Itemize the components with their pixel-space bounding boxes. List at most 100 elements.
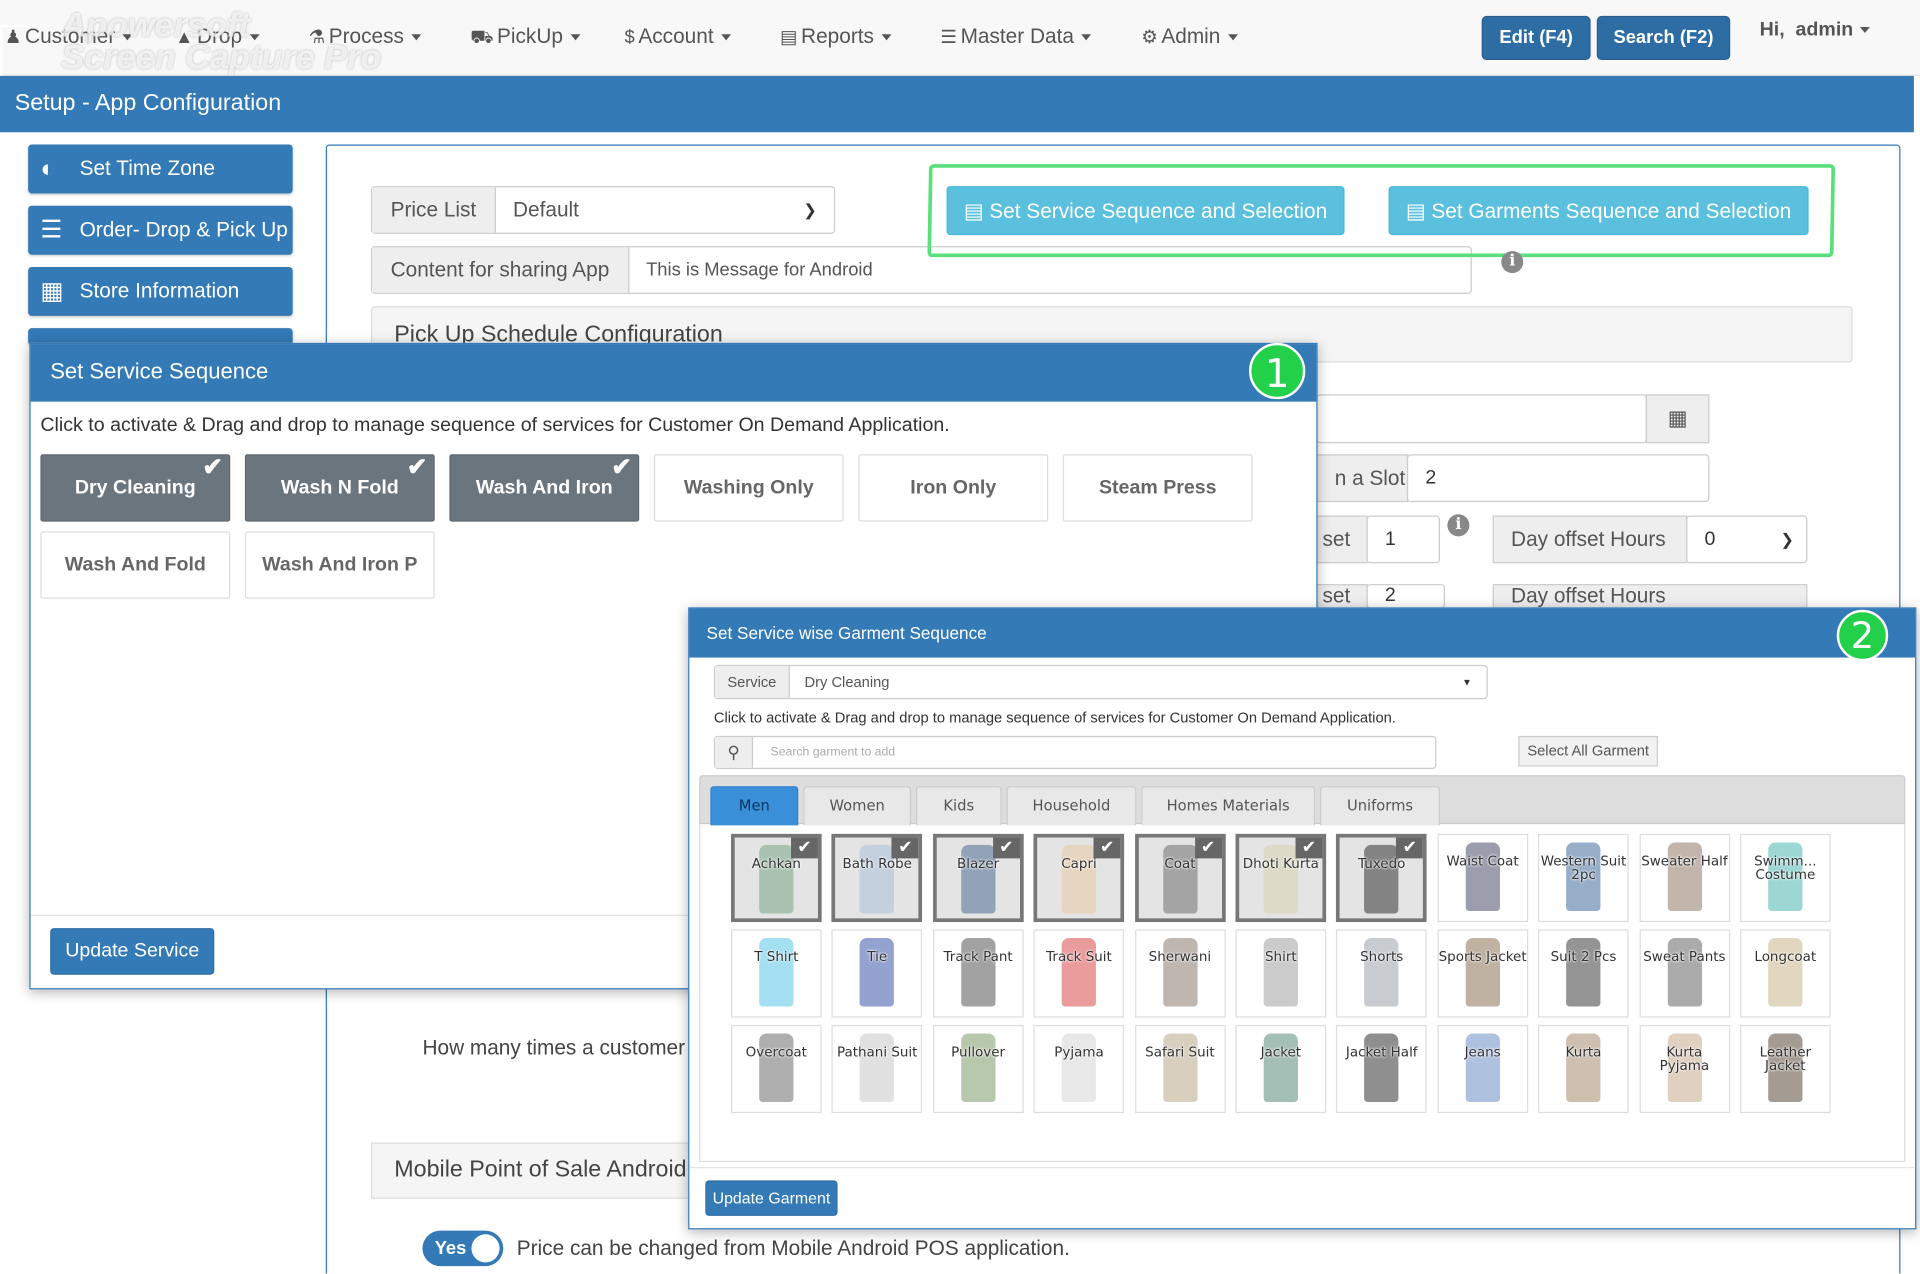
search-button[interactable]: Search (F2) <box>1596 15 1731 61</box>
garment-tile[interactable]: Coat ✔ <box>1134 833 1226 923</box>
garment-tile[interactable]: Bath Robe ✔ <box>831 833 923 923</box>
slot-input[interactable]: 2 <box>1406 454 1710 503</box>
service-tile[interactable]: Wash And Fold <box>40 531 231 599</box>
garment-tile[interactable]: Track Suit <box>1033 929 1125 1018</box>
nav-drop[interactable]: ▲ Drop <box>175 24 260 48</box>
garment-label: Jacket Half <box>1345 1044 1418 1061</box>
garment-search-input[interactable]: Search garment to add <box>753 737 1435 768</box>
garment-grid: Achkan ✔ Bath Robe ✔ Blazer ✔ Capri ✔ Coat ✔ Dhoti… <box>699 824 1906 1163</box>
garment-tile[interactable]: Sherwani <box>1134 929 1226 1018</box>
half-circle-icon: ◐ <box>40 155 56 183</box>
price-list-label: Price List <box>372 187 496 233</box>
service-tile[interactable]: Wash And Iron ✔ <box>449 454 640 522</box>
nav-reports[interactable]: ▤ Reports <box>780 24 892 48</box>
garment-tile[interactable]: Pullover <box>932 1024 1024 1114</box>
edit-button[interactable]: Edit (F4) <box>1481 15 1591 61</box>
top-navbar: ♟ Customer ▲ Drop ⚗ Process ⛟ PickUp $ Accoun… <box>0 0 1920 76</box>
garment-tile[interactable]: Sports Jacket <box>1437 929 1528 1018</box>
garment-tile[interactable]: Tuxedo ✔ <box>1336 833 1428 923</box>
garment-tile[interactable]: Pathani Suit <box>831 1024 923 1114</box>
garment-tile[interactable]: Waist Coat <box>1437 833 1528 923</box>
user-menu[interactable]: Hi, admin <box>1760 20 1871 42</box>
truck-icon: ⛟ <box>470 26 494 48</box>
garment-tile[interactable]: Achkan ✔ <box>731 833 822 923</box>
tab-homes-materials[interactable]: Homes Materials <box>1141 786 1316 826</box>
garment-tile[interactable]: Jacket <box>1235 1024 1327 1114</box>
check-icon: ✔ <box>992 837 1020 859</box>
garment-tile[interactable]: Kurta Pyjama <box>1639 1024 1730 1114</box>
garment-tile[interactable]: Blazer ✔ <box>932 833 1024 923</box>
garment-label: Safari Suit <box>1145 1044 1215 1061</box>
garment-tile[interactable]: Dhoti Kurta ✔ <box>1235 833 1327 923</box>
service-tile[interactable]: Wash And Iron P <box>244 531 435 599</box>
nav-master-data[interactable]: ☰ Master Data <box>940 24 1092 48</box>
garment-tile[interactable]: Suit 2 Pcs <box>1538 929 1629 1018</box>
nav-customer[interactable]: ♟ Customer <box>5 24 133 48</box>
garment-sequence-modal: Set Service wise Garment Sequence Servic… <box>688 607 1917 1230</box>
info-icon[interactable]: i <box>1501 251 1524 274</box>
service-select[interactable]: Dry Cleaning ▼ <box>790 666 1487 698</box>
nav-pickup[interactable]: ⛟ PickUp <box>470 24 581 50</box>
garment-tile[interactable]: Tie <box>831 929 923 1018</box>
garment-label: Jacket <box>1260 1044 1302 1061</box>
tab-household[interactable]: Household <box>1006 786 1137 826</box>
check-icon: ✔ <box>1295 837 1323 859</box>
garment-tile[interactable]: Jeans <box>1437 1024 1528 1114</box>
service-tile[interactable]: Dry Cleaning ✔ <box>40 454 231 522</box>
garment-tile[interactable]: Pyjama <box>1033 1024 1125 1114</box>
garment-tile[interactable]: Safari Suit <box>1134 1024 1226 1114</box>
garment-tile[interactable]: Capri ✔ <box>1033 833 1125 923</box>
update-garment-button[interactable]: Update Garment <box>705 1180 838 1216</box>
nav-process[interactable]: ⚗ Process <box>309 24 422 48</box>
garment-tile[interactable]: Jacket Half <box>1336 1024 1428 1114</box>
garment-tile[interactable]: Shorts <box>1336 929 1428 1018</box>
calendar-icon[interactable]: ▦ <box>1645 394 1710 444</box>
caret-down-icon: ▼ <box>1462 676 1472 688</box>
sidebar-item-store-information[interactable]: ▦ Store Information <box>28 266 293 316</box>
date-input[interactable] <box>1316 394 1647 444</box>
select-all-garment-button[interactable]: Select All Garment <box>1518 735 1658 767</box>
garment-tile[interactable]: Western Suit 2pc <box>1538 833 1629 923</box>
modal-title: Set Service wise Garment Sequence <box>689 608 1916 658</box>
garment-tile[interactable]: T Shirt <box>731 929 822 1018</box>
garment-tile[interactable]: Sweat Pants <box>1639 929 1730 1018</box>
offset-input[interactable]: 1 <box>1366 515 1441 564</box>
update-service-button[interactable]: Update Service <box>50 928 215 975</box>
day-offset-select[interactable]: 0 ❯ <box>1686 515 1808 564</box>
tab-women[interactable]: Women <box>803 786 912 826</box>
garment-tile[interactable]: Overcoat <box>731 1024 822 1114</box>
service-tile[interactable]: Wash N Fold ✔ <box>244 454 435 522</box>
garment-tile[interactable]: Longcoat <box>1740 929 1831 1018</box>
garment-label: Western Suit 2pc <box>1540 853 1627 883</box>
price-list-group: Price List Default ❯ <box>371 186 836 234</box>
check-icon: ✔ <box>202 454 223 482</box>
category-tabs: Men Women Kids Household Homes Materials Unif… <box>699 775 1906 826</box>
nav-account[interactable]: $ Account <box>624 24 731 48</box>
garment-label: Pullover <box>951 1044 1006 1061</box>
sidebar-item-time-zone[interactable]: ◐ Set Time Zone <box>28 144 293 194</box>
tab-men[interactable]: Men <box>710 786 799 826</box>
garment-tile[interactable]: Swimm... Costume <box>1740 833 1831 923</box>
nav-admin[interactable]: ⚙ Admin <box>1141 24 1238 48</box>
service-tile[interactable]: Iron Only <box>858 454 1049 522</box>
offset-input-2[interactable]: 2 <box>1366 584 1445 609</box>
garment-tile[interactable]: Sweater Half <box>1639 833 1730 923</box>
tab-kids[interactable]: Kids <box>915 786 1002 826</box>
garment-label: Waist Coat <box>1446 853 1519 870</box>
garment-tile[interactable]: Track Pant <box>932 929 1024 1018</box>
tab-uniforms[interactable]: Uniforms <box>1320 786 1441 826</box>
service-tile[interactable]: Steam Press <box>1062 454 1253 522</box>
garment-tile[interactable]: Leather Jacket <box>1740 1024 1831 1114</box>
info-icon[interactable]: i <box>1447 514 1470 537</box>
garment-tile[interactable]: Shirt <box>1235 929 1327 1018</box>
service-select-group: Service Dry Cleaning ▼ <box>713 664 1488 700</box>
content-sharing-label: Content for sharing App <box>372 247 629 293</box>
price-change-toggle[interactable]: Yes <box>422 1230 504 1267</box>
caret-down-icon <box>720 34 731 41</box>
caret-down-icon <box>1227 34 1238 41</box>
step-badge-2: 2 <box>1836 609 1889 662</box>
garment-tile[interactable]: Kurta <box>1538 1024 1629 1114</box>
sidebar-item-order-drop-pickup[interactable]: ☰ Order- Drop & Pick Up <box>28 205 293 255</box>
service-tile[interactable]: Washing Only <box>653 454 844 522</box>
price-list-select[interactable]: Default ❯ <box>496 187 834 232</box>
